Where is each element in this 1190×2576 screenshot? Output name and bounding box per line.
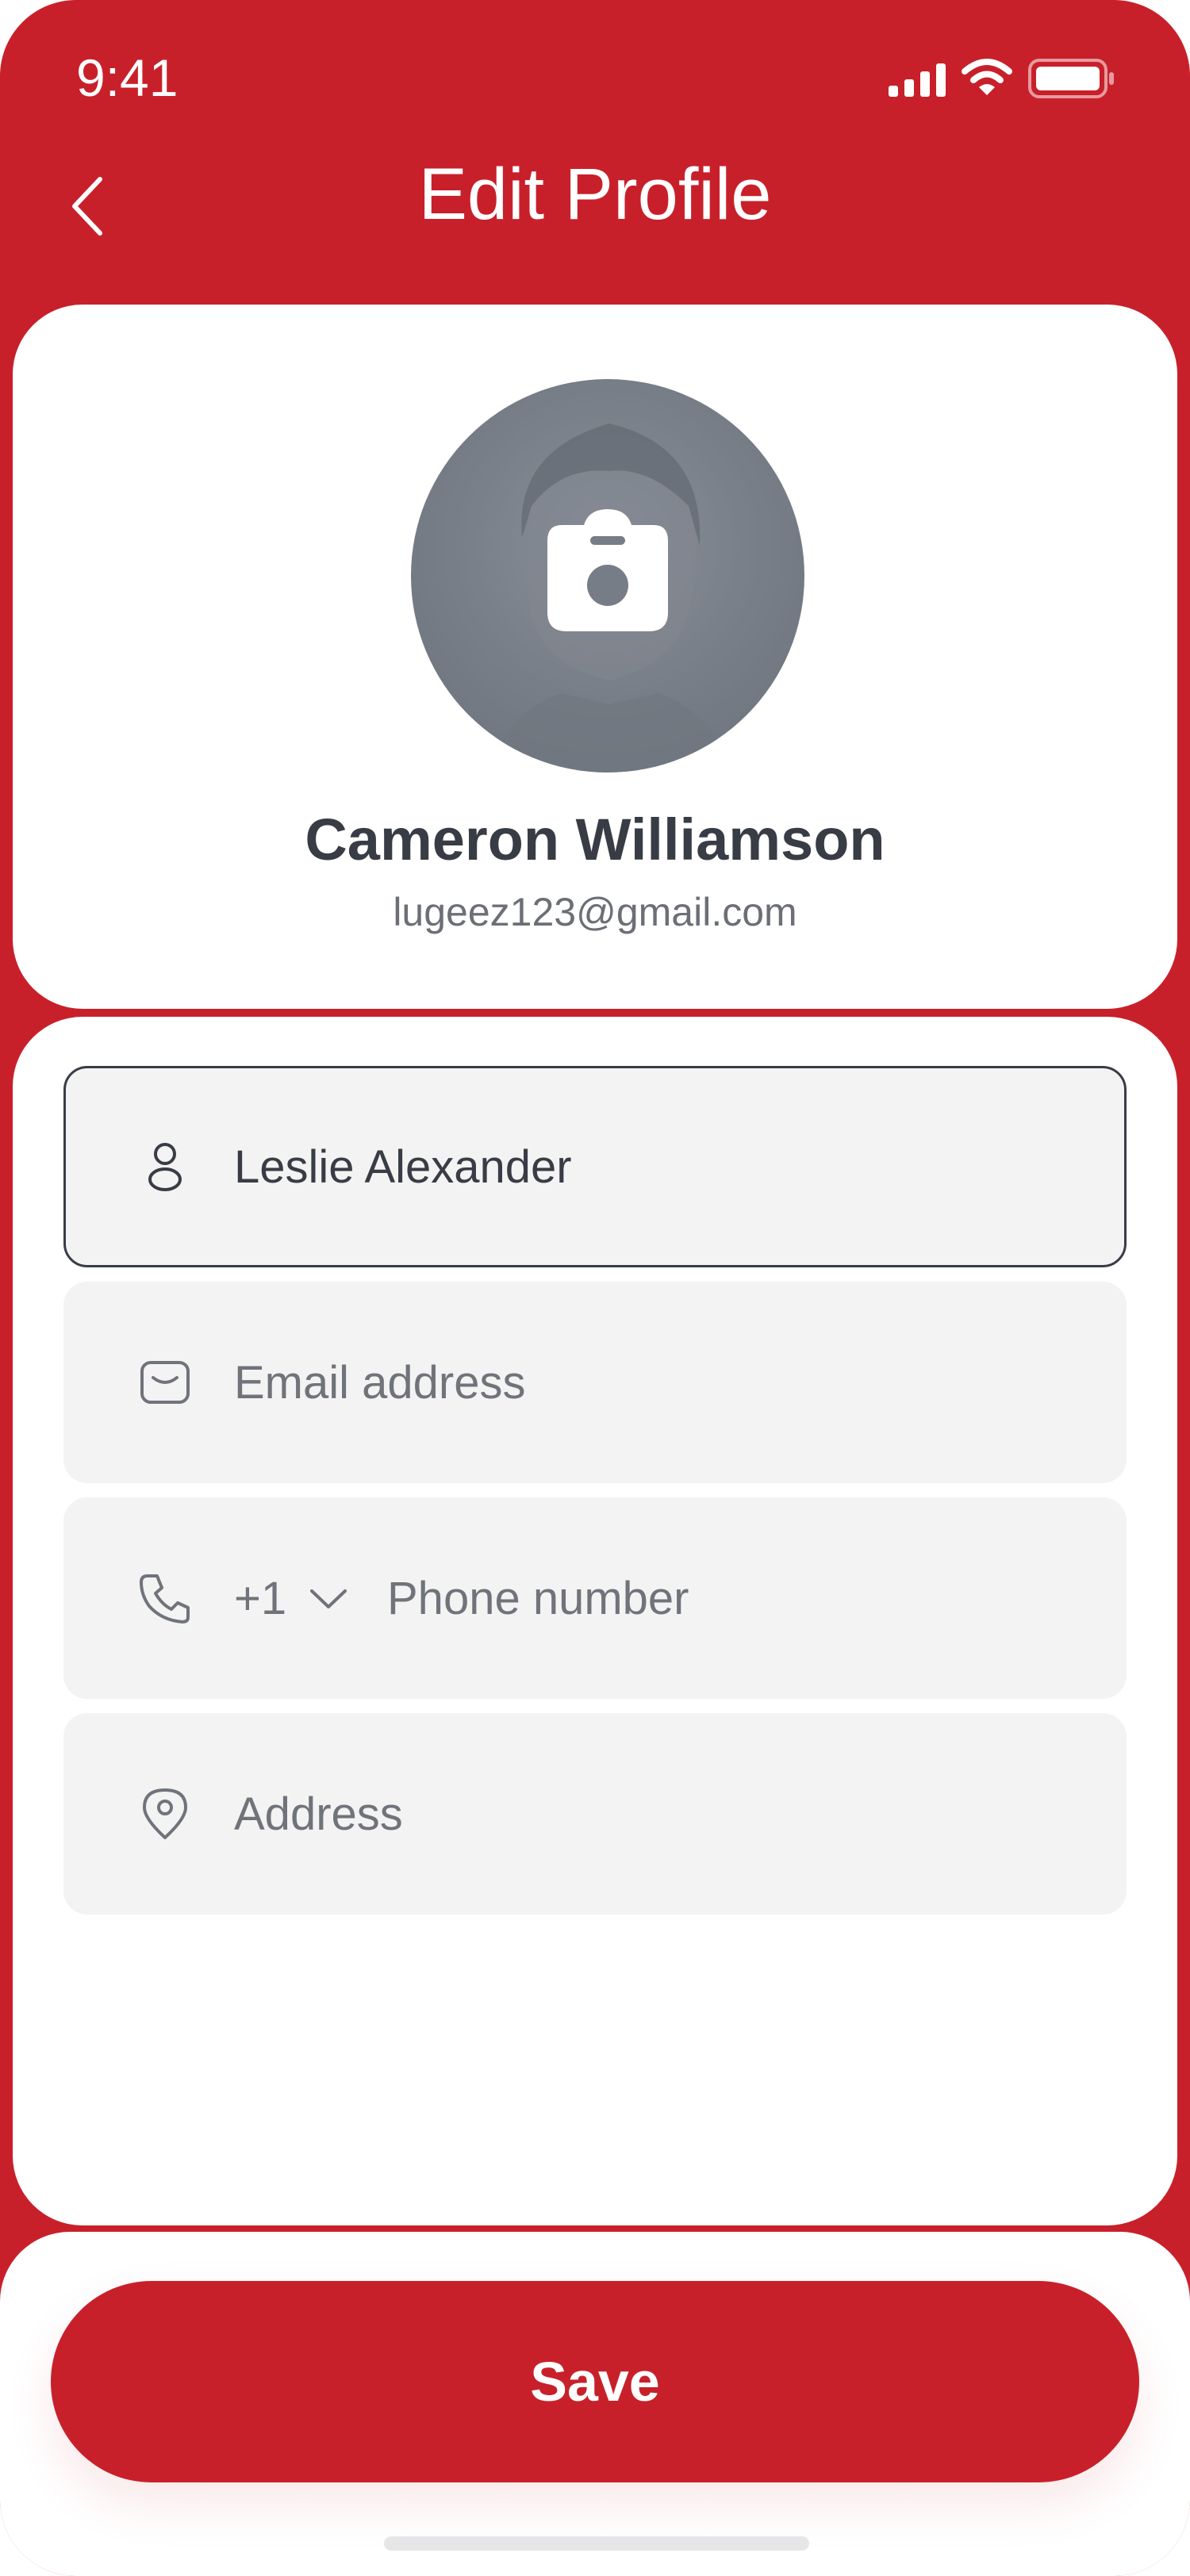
profile-email: lugeez123@gmail.com: [393, 890, 797, 934]
wifi-icon: [962, 59, 1012, 95]
email-placeholder: Email address: [234, 1357, 526, 1409]
address-placeholder: Address: [234, 1788, 403, 1840]
full-name-value: Leslie Alexander: [234, 1141, 572, 1193]
phone-icon: [140, 1574, 190, 1623]
edit-profile-screen: 9:41 Edit Profile Cameron Williamson lug…: [0, 0, 1190, 2576]
form-card: Leslie Alexander Email address +1 Phone …: [13, 1017, 1177, 2225]
signal-icon: [889, 63, 946, 97]
page-title: Edit Profile: [418, 154, 772, 235]
battery-icon: [1028, 59, 1114, 98]
address-field[interactable]: Address: [63, 1713, 1127, 1915]
mail-icon: [140, 1361, 190, 1404]
avatar[interactable]: [411, 379, 804, 772]
full-name-field[interactable]: Leslie Alexander: [63, 1066, 1127, 1267]
chevron-down-icon: [310, 1589, 347, 1608]
profile-name: Cameron Williamson: [305, 807, 885, 872]
home-indicator: [384, 2536, 809, 2551]
location-pin-icon: [143, 1788, 187, 1839]
bottom-action-bar: Save: [0, 2232, 1190, 2576]
camera-icon: [547, 509, 668, 631]
save-button[interactable]: Save: [51, 2281, 1139, 2482]
user-icon: [148, 1143, 182, 1191]
phone-placeholder: Phone number: [387, 1573, 689, 1624]
email-field[interactable]: Email address: [63, 1282, 1127, 1483]
profile-card: Cameron Williamson lugeez123@gmail.com: [13, 305, 1177, 1009]
country-code-selector[interactable]: +1: [234, 1574, 348, 1623]
status-time: 9:41: [76, 48, 178, 107]
country-code-label: +1: [234, 1573, 287, 1624]
phone-field[interactable]: +1 Phone number: [63, 1497, 1127, 1699]
